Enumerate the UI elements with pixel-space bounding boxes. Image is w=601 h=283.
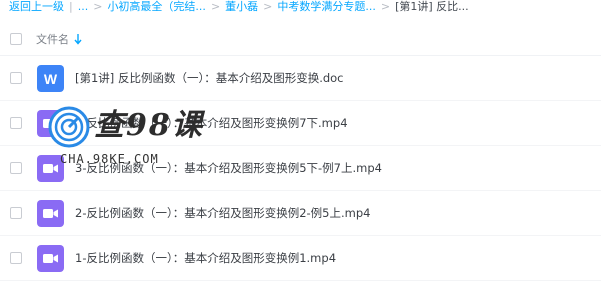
file-row[interactable]: 2-反比例函数（一）：基本介绍及图形变换例2-例5上.mp4 bbox=[0, 191, 601, 236]
file-name[interactable]: 1-反比例函数（一）：基本介绍及图形变换例1.mp4 bbox=[75, 250, 336, 266]
file-row[interactable]: W [第1讲] 反比例函数（一）：基本介绍及图形变换.doc bbox=[0, 56, 601, 101]
file-row[interactable]: 4-反比例函数（一）：基本介绍及图形变换例7下.mp4 bbox=[0, 101, 601, 146]
file-row[interactable]: 3-反比例函数（一）：基本介绍及图形变换例5下-例7上.mp4 bbox=[0, 146, 601, 191]
breadcrumb-current: [第1讲] 反比... bbox=[395, 0, 469, 13]
file-name[interactable]: 3-反比例函数（一）：基本介绍及图形变换例5下-例7上.mp4 bbox=[75, 160, 382, 176]
video-file-icon bbox=[37, 155, 64, 182]
row-checkbox[interactable] bbox=[10, 162, 22, 174]
row-checkbox[interactable] bbox=[10, 252, 22, 264]
row-checkbox[interactable] bbox=[10, 117, 22, 129]
file-name[interactable]: 2-反比例函数（一）：基本介绍及图形变换例2-例5上.mp4 bbox=[75, 205, 370, 221]
breadcrumb-item[interactable]: 董小磊 bbox=[225, 0, 258, 14]
breadcrumb-divider: | bbox=[69, 0, 73, 13]
breadcrumb-ellipsis[interactable]: ... bbox=[78, 0, 89, 14]
back-link[interactable]: 返回上一级 bbox=[9, 0, 64, 14]
video-file-icon bbox=[37, 245, 64, 272]
breadcrumb-separator: > bbox=[380, 0, 391, 13]
breadcrumb-item[interactable]: 小初高最全（完结... bbox=[107, 0, 206, 14]
video-file-icon bbox=[37, 200, 64, 227]
word-doc-icon: W bbox=[37, 65, 64, 92]
breadcrumb: 返回上一级 | ... > 小初高最全（完结... > 董小磊 > 中考数学满分… bbox=[9, 0, 469, 14]
select-all-checkbox[interactable] bbox=[10, 33, 22, 45]
video-file-icon bbox=[37, 110, 64, 137]
file-list-header: 文件名 bbox=[0, 25, 601, 56]
row-checkbox[interactable] bbox=[10, 207, 22, 219]
file-row[interactable]: 1-反比例函数（一）：基本介绍及图形变换例1.mp4 bbox=[0, 236, 601, 281]
breadcrumb-separator: > bbox=[93, 0, 103, 13]
file-name[interactable]: 4-反比例函数（一）：基本介绍及图形变换例7下.mp4 bbox=[75, 115, 348, 131]
file-name[interactable]: [第1讲] 反比例函数（一）：基本介绍及图形变换.doc bbox=[75, 70, 344, 86]
column-filename[interactable]: 文件名 bbox=[36, 31, 82, 47]
column-filename-label: 文件名 bbox=[36, 33, 69, 46]
row-checkbox[interactable] bbox=[10, 72, 22, 84]
arrow-down-icon[interactable] bbox=[74, 33, 82, 45]
breadcrumb-item[interactable]: 中考数学满分专题... bbox=[277, 0, 376, 14]
breadcrumb-separator: > bbox=[210, 0, 221, 13]
breadcrumb-separator: > bbox=[263, 0, 273, 13]
